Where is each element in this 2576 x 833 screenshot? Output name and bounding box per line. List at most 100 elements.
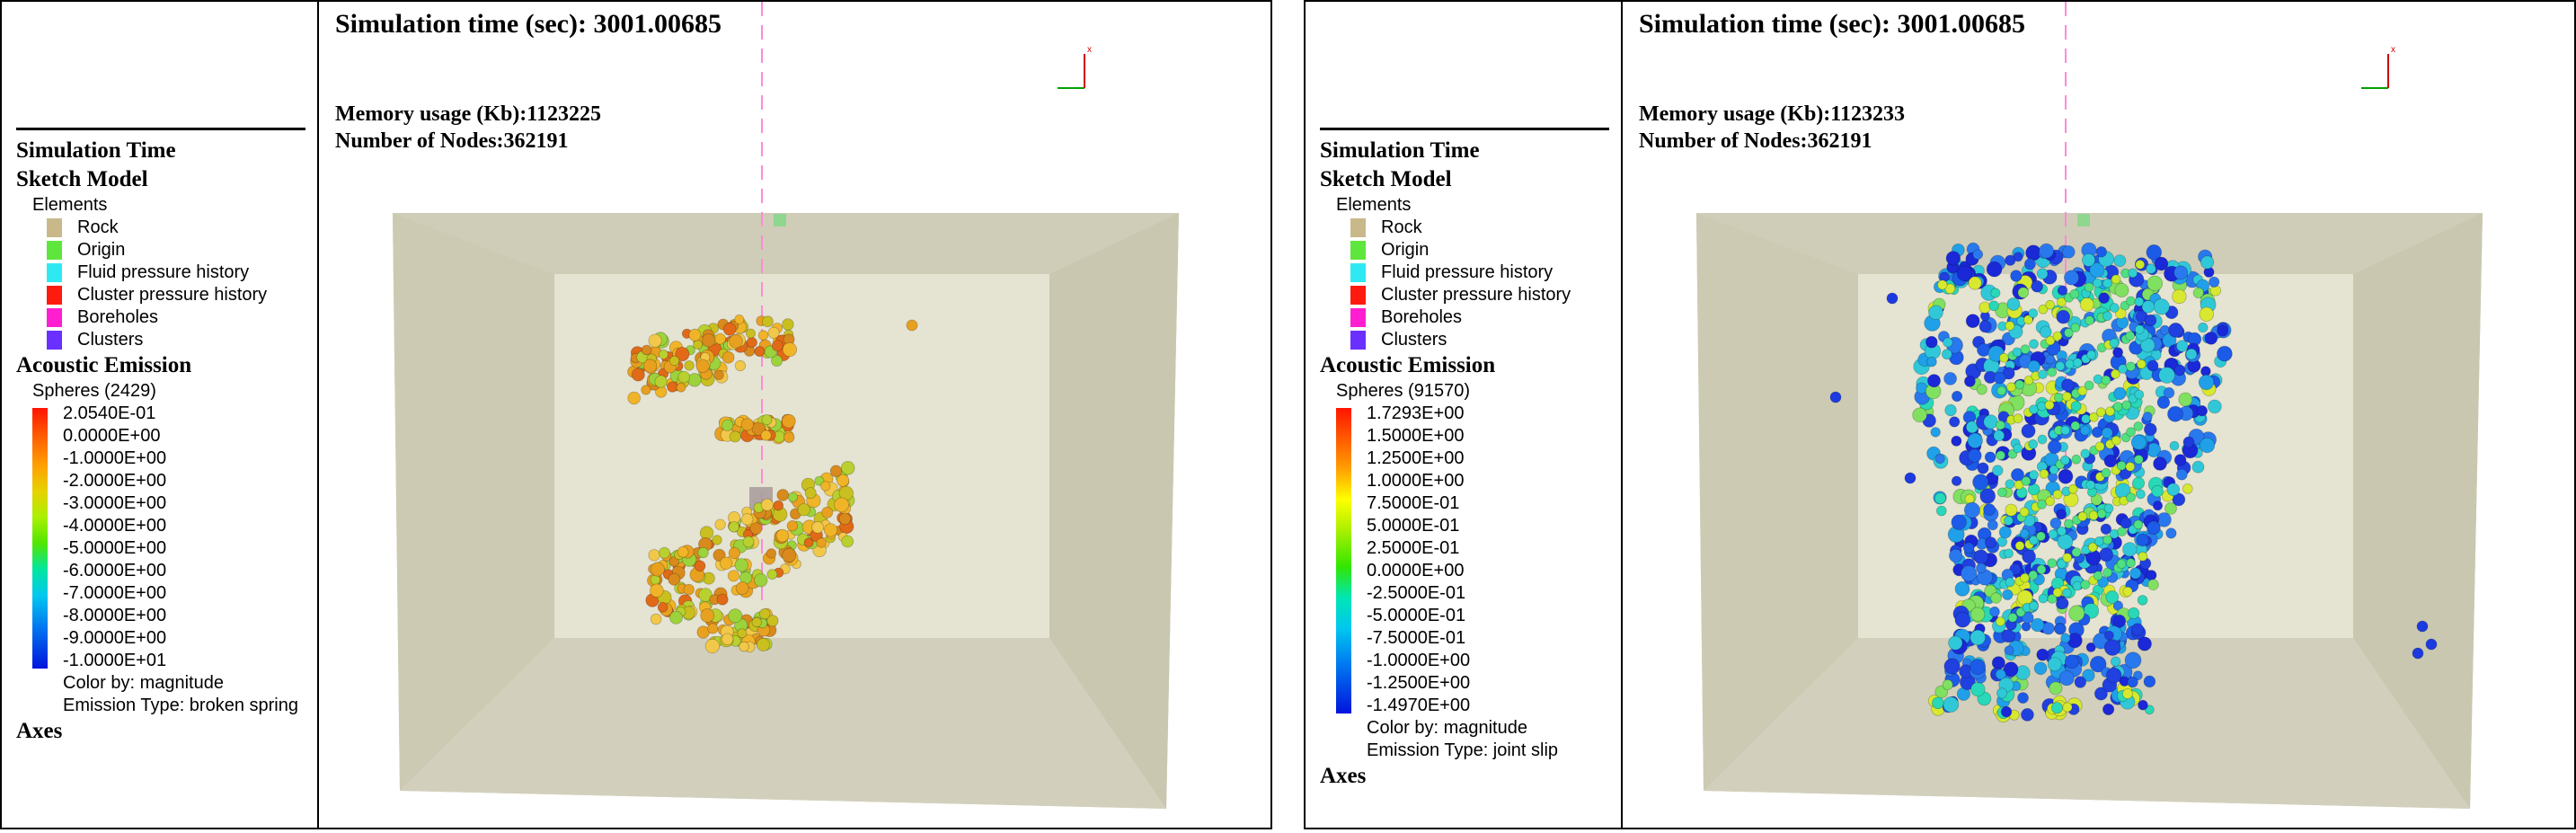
scale-value: 1.2500E+00 xyxy=(1367,448,1465,468)
emission-sphere xyxy=(2048,529,2058,539)
3d-viewport[interactable]: x Simulation time (sec): 3001.00685 Memo… xyxy=(319,2,1270,828)
emission-sphere xyxy=(2084,380,2094,391)
emission-sphere xyxy=(2033,661,2048,676)
emission-sphere xyxy=(2151,484,2164,498)
emission-sphere xyxy=(2103,454,2118,468)
emission-sphere xyxy=(2027,359,2040,373)
node-count-readout: Number of Nodes:362191 xyxy=(1639,129,1872,153)
legend-item-origin[interactable]: Origin xyxy=(16,239,322,261)
legend-panel: Simulation Time Sketch Model Elements Ro… xyxy=(1306,2,1623,828)
emission-sphere xyxy=(775,528,790,543)
emission-sphere xyxy=(821,506,834,518)
simulation-time-readout: Simulation time (sec): 3001.00685 xyxy=(1639,9,2025,39)
legend-simulation-time[interactable]: Simulation Time xyxy=(16,137,322,165)
legend-axes[interactable]: Axes xyxy=(16,717,322,746)
legend-item-fluid-pressure[interactable]: Fluid pressure history xyxy=(1320,261,1625,284)
emission-sphere xyxy=(2047,439,2062,455)
scale-value: -3.0000E+00 xyxy=(63,493,167,513)
emission-sphere xyxy=(1948,548,1963,563)
legend-item-label: Boreholes xyxy=(77,307,159,327)
emission-sphere xyxy=(2412,647,2424,660)
emission-sphere xyxy=(1934,492,1946,505)
legend-item-boreholes[interactable]: Boreholes xyxy=(1320,306,1625,329)
emission-sphere xyxy=(734,314,745,324)
emission-sphere xyxy=(2185,348,2198,360)
emission-sphere xyxy=(829,465,843,477)
legend-spheres-count[interactable]: Spheres (2429) xyxy=(16,380,322,403)
emission-sphere xyxy=(2000,705,2013,718)
legend-spheres-count[interactable]: Spheres (91570) xyxy=(1320,380,1625,403)
emission-sphere xyxy=(2143,422,2157,437)
legend-acoustic-emission[interactable]: Acoustic Emission xyxy=(1320,351,1625,380)
emission-sphere xyxy=(658,546,670,559)
emission-sphere xyxy=(2057,526,2067,536)
legend-item-boreholes[interactable]: Boreholes xyxy=(16,306,322,329)
scale-value: -1.0000E+00 xyxy=(63,448,167,468)
emission-sphere xyxy=(2138,551,2148,562)
emission-sphere xyxy=(1951,435,1962,447)
emission-sphere xyxy=(1961,565,1978,582)
axes-triad: x xyxy=(2361,45,2395,89)
emission-sphere xyxy=(700,608,715,623)
scale-value: 1.0000E+00 xyxy=(1367,471,1465,491)
emission-sphere xyxy=(757,330,769,341)
emission-sphere xyxy=(2029,470,2039,480)
emission-sphere xyxy=(1945,251,1961,266)
emission-sphere xyxy=(2057,285,2068,296)
emission-sphere xyxy=(838,512,852,526)
legend-item-cluster-pressure[interactable]: Cluster pressure history xyxy=(1320,284,1625,306)
legend-item-origin[interactable]: Origin xyxy=(1320,239,1625,261)
scale-value: -9.0000E+00 xyxy=(63,628,167,648)
emission-sphere xyxy=(823,523,838,537)
emission-sphere xyxy=(2057,533,2074,550)
legend-item-clusters[interactable]: Clusters xyxy=(1320,329,1625,351)
emission-sphere xyxy=(751,616,762,628)
scale-value: -1.0000E+00 xyxy=(1367,651,1471,670)
emission-sphere xyxy=(782,548,797,563)
emission-sphere xyxy=(2039,469,2049,479)
emission-sphere xyxy=(760,430,772,441)
legend-item-cluster-pressure[interactable]: Cluster pressure history xyxy=(16,284,322,306)
scale-value: -1.2500E+00 xyxy=(1367,673,1471,693)
emission-sphere xyxy=(2102,567,2112,578)
emission-sphere xyxy=(2146,570,2157,581)
color-scale-bar xyxy=(1336,408,1351,713)
emission-sphere xyxy=(773,500,784,511)
emission-sphere xyxy=(2092,278,2102,288)
emission-sphere xyxy=(2071,547,2082,557)
3d-viewport[interactable]: x Simulation time (sec): 3001.00685 Memo… xyxy=(1623,2,2574,828)
emission-sphere xyxy=(2005,479,2015,489)
emission-sphere xyxy=(712,535,722,545)
legend-item-label: Rock xyxy=(1381,217,1422,237)
emission-sphere xyxy=(2137,636,2152,651)
legend-simulation-time[interactable]: Simulation Time xyxy=(1320,137,1625,165)
legend-elements-label[interactable]: Elements xyxy=(16,194,322,217)
legend-sketch-model[interactable]: Sketch Model xyxy=(16,165,322,194)
emission-sphere xyxy=(2101,427,2113,439)
emission-sphere xyxy=(2052,588,2063,598)
emission-sphere xyxy=(2081,413,2091,424)
legend-item-rock[interactable]: Rock xyxy=(16,217,322,239)
emission-sphere xyxy=(627,391,642,405)
emission-sphere xyxy=(787,492,799,502)
legend-sketch-model[interactable]: Sketch Model xyxy=(1320,165,1625,194)
emission-sphere xyxy=(2077,511,2088,522)
legend-item-rock[interactable]: Rock xyxy=(1320,217,1625,239)
legend-axes[interactable]: Axes xyxy=(1320,762,1625,791)
legend-item-clusters[interactable]: Clusters xyxy=(16,329,322,351)
emission-sphere xyxy=(1996,385,2007,396)
emission-sphere xyxy=(2126,361,2136,372)
emission-sphere xyxy=(1943,696,1960,713)
emission-sphere xyxy=(2072,580,2083,591)
emission-sphere xyxy=(2049,681,2063,696)
legend-elements-label[interactable]: Elements xyxy=(1320,194,1625,217)
emission-sphere xyxy=(1995,669,2006,680)
emission-sphere xyxy=(719,556,733,571)
emission-sphere xyxy=(668,355,680,367)
emission-sphere xyxy=(1925,335,1938,349)
emission-sphere xyxy=(1886,292,1899,305)
color-scale: 1.7293E+00 1.5000E+00 1.2500E+00 1.0000E… xyxy=(1320,403,1625,717)
legend-acoustic-emission[interactable]: Acoustic Emission xyxy=(16,351,322,380)
emission-sphere xyxy=(2182,483,2193,494)
legend-item-fluid-pressure[interactable]: Fluid pressure history xyxy=(16,261,322,284)
